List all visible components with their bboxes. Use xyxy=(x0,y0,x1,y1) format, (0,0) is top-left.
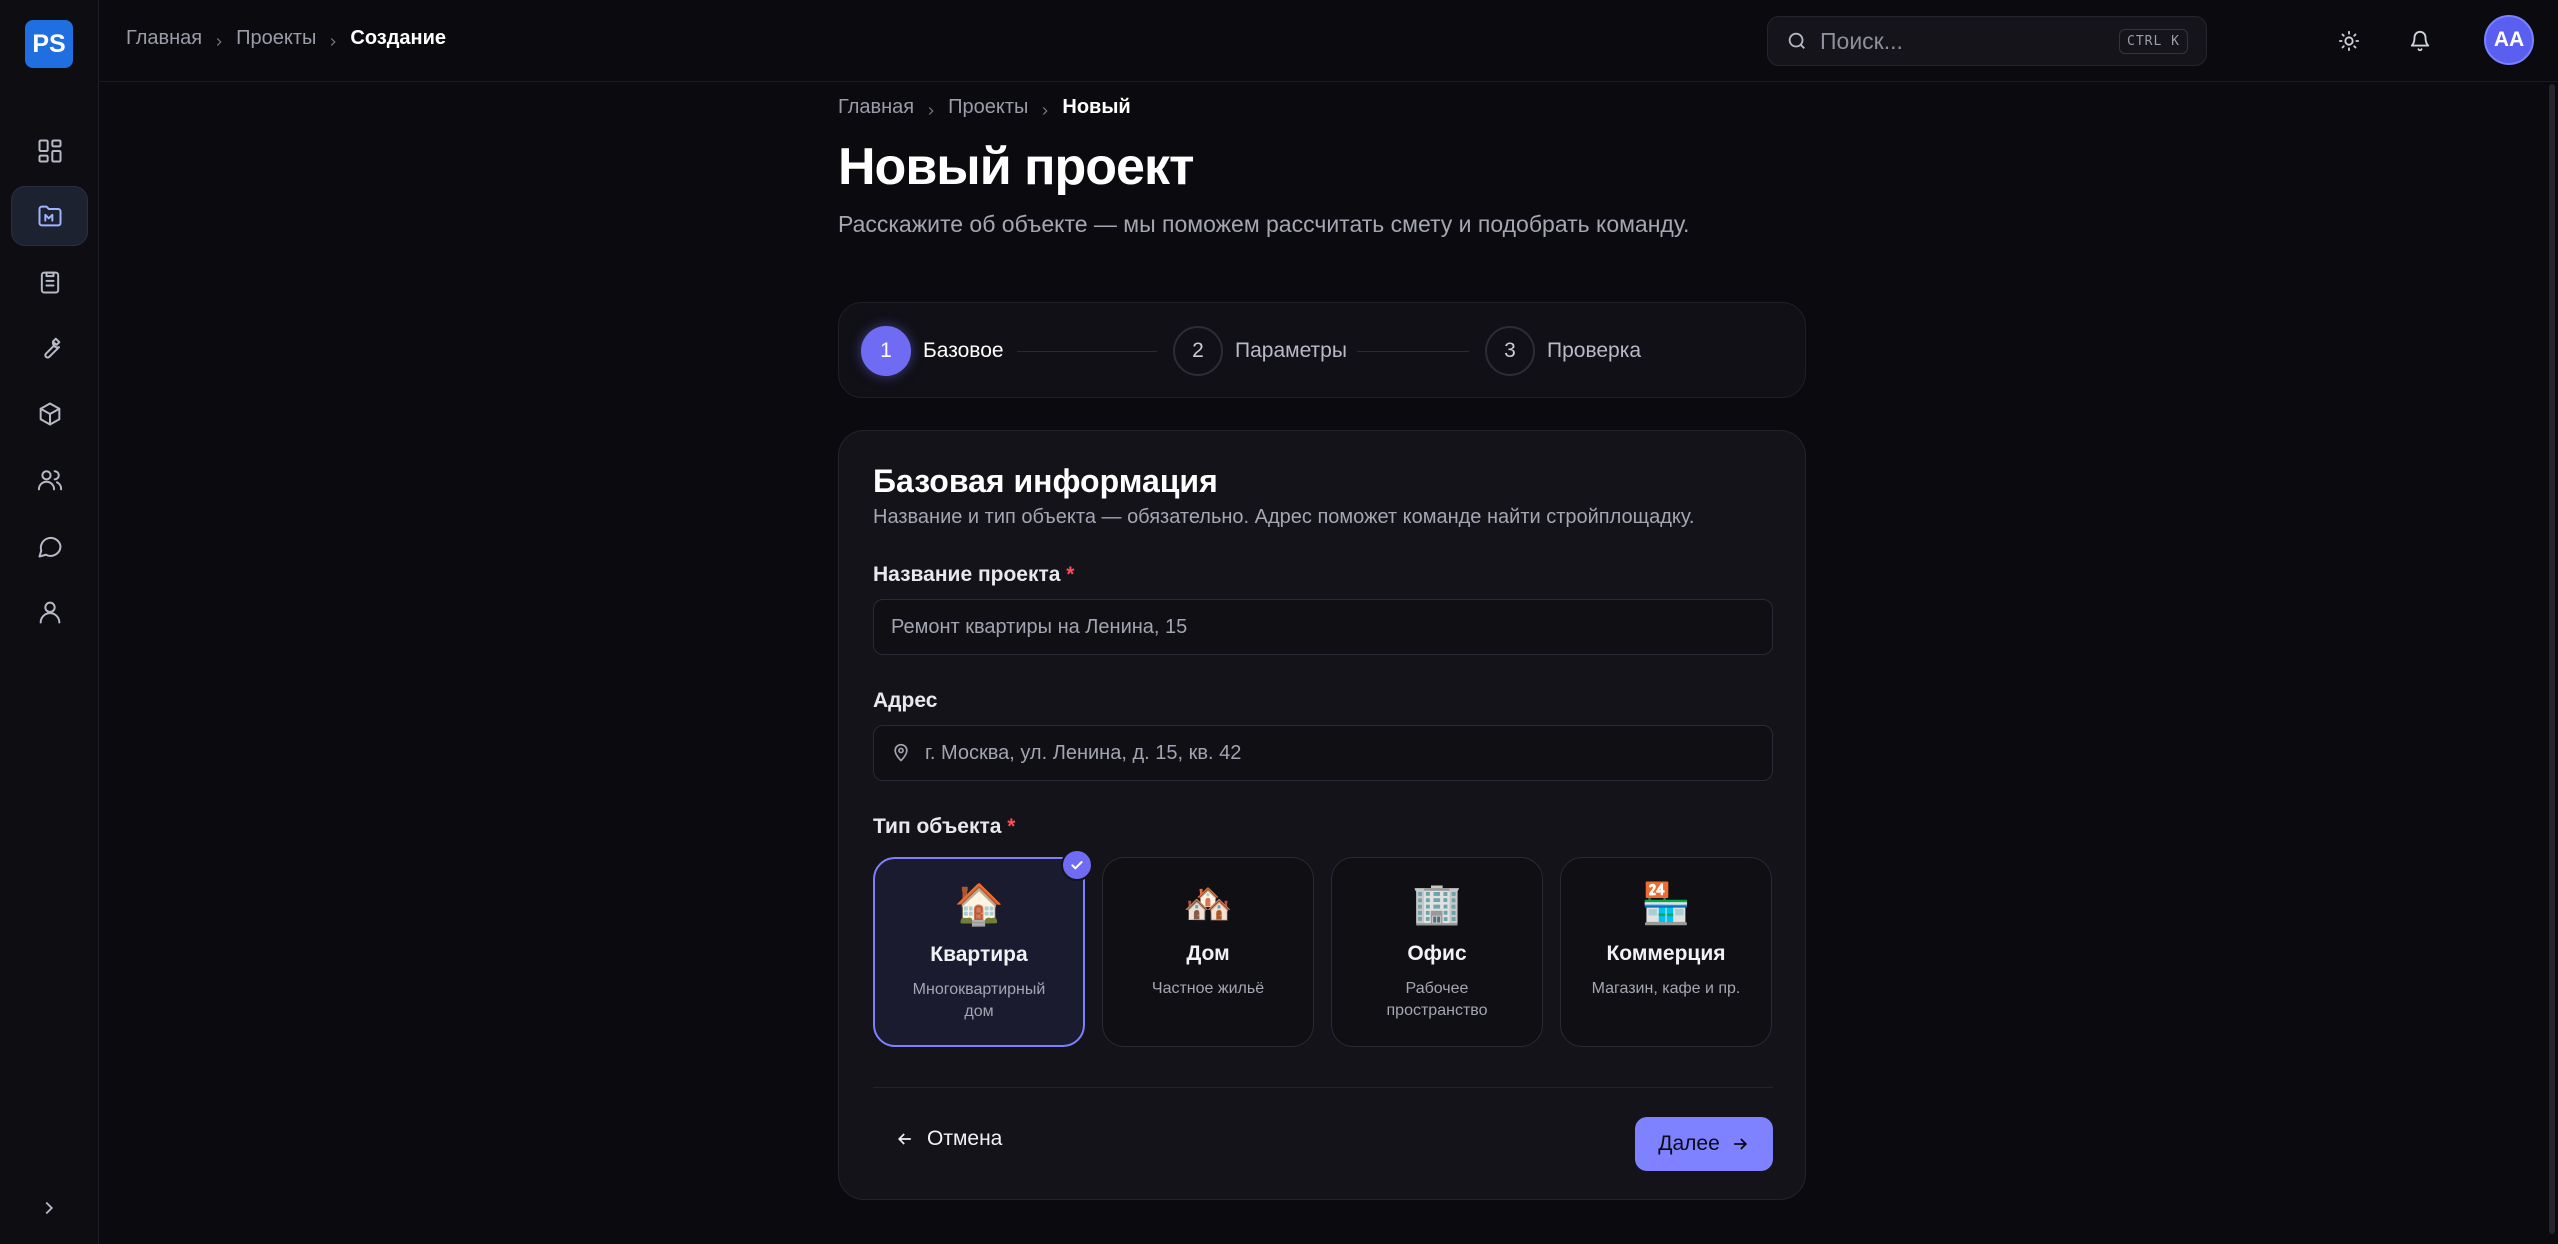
type-option-apartment[interactable]: 🏠 Квартира Многоквартирный дом xyxy=(873,849,1093,1047)
page-breadcrumb: Главная Проекты Новый xyxy=(838,96,1808,119)
topbar: Главная Проекты Создание Поиск... CTRL K… xyxy=(99,0,2558,82)
breadcrumb-item-home[interactable]: Главная xyxy=(126,27,202,50)
required-mark: * xyxy=(1007,815,1016,838)
sidebar-item-tasks[interactable] xyxy=(11,252,88,312)
projects-icon xyxy=(38,205,61,227)
wrench-icon xyxy=(43,337,60,359)
step-label: Проверка xyxy=(1547,339,1642,362)
sidebar-item-projects[interactable] xyxy=(11,186,88,246)
sun-icon xyxy=(2338,30,2360,52)
page-breadcrumb-projects[interactable]: Проекты xyxy=(948,96,1028,119)
avatar[interactable]: AA xyxy=(2484,15,2534,65)
page-subtitle: Расскажите об объекте — мы поможем рассч… xyxy=(838,211,1690,237)
check-icon xyxy=(1061,849,1093,881)
type-option-desc: Магазин, кафе и пр. xyxy=(1591,980,1741,997)
cancel-button[interactable]: Отмена xyxy=(895,1127,1002,1151)
users-icon xyxy=(37,470,62,491)
page-title: Новый проект xyxy=(838,138,1194,196)
next-label: Далее xyxy=(1658,1132,1720,1155)
step-label: Параметры xyxy=(1235,339,1347,362)
type-option-office[interactable]: 🏢 Офис Рабочее пространство xyxy=(1331,857,1543,1047)
house-icon: 🏠 xyxy=(954,883,1004,927)
chevron-right-icon xyxy=(1038,101,1052,115)
next-button[interactable]: Далее xyxy=(1635,1117,1773,1171)
type-option-desc: Многоквартирный дом xyxy=(912,981,1046,1020)
dashboard-icon xyxy=(38,139,61,163)
project-name-placeholder: Ремонт квартиры на Ленина, 15 xyxy=(891,615,1188,638)
step-connector xyxy=(1017,351,1157,352)
sidebar-item-profile[interactable] xyxy=(11,582,88,642)
office-building-icon: 🏢 xyxy=(1412,882,1462,926)
step-number: 3 xyxy=(1485,326,1535,376)
address-field[interactable]: г. Москва, ул. Ленина, д. 15, кв. 42 xyxy=(873,725,1773,781)
type-option-desc: Рабочее пространство xyxy=(1386,980,1488,1019)
step-label: Базовое xyxy=(923,339,1004,362)
chevron-right-icon xyxy=(924,101,938,115)
chevron-right-icon xyxy=(326,32,340,46)
box-icon xyxy=(39,402,60,426)
scrollbar[interactable] xyxy=(2549,84,2555,1234)
type-option-name: Дом xyxy=(1186,942,1230,965)
houses-icon: 🏘️ xyxy=(1183,882,1233,926)
theme-toggle-button[interactable] xyxy=(2330,22,2368,60)
step-review[interactable]: 3 Проверка xyxy=(1485,326,1641,376)
page-breadcrumb-home[interactable]: Главная xyxy=(838,96,914,119)
address-label: Адрес xyxy=(873,689,938,712)
sidebar-item-dashboard[interactable] xyxy=(11,121,88,181)
project-name-label-text: Название проекта xyxy=(873,563,1061,586)
chevron-right-icon xyxy=(45,1201,54,1215)
user-icon xyxy=(39,601,60,624)
notifications-button[interactable] xyxy=(2401,22,2439,60)
form-subtitle: Название и тип объекта — обязательно. Ад… xyxy=(873,506,1695,528)
search-placeholder: Поиск... xyxy=(1820,27,1903,54)
sidebar-item-materials[interactable] xyxy=(11,384,88,444)
search-icon xyxy=(1788,32,1805,49)
bell-icon xyxy=(2410,31,2430,52)
sidebar-expand-button[interactable] xyxy=(34,1193,64,1223)
project-name-field[interactable]: Ремонт квартиры на Ленина, 15 xyxy=(873,599,1773,655)
breadcrumb-item-current: Создание xyxy=(350,27,447,49)
sidebar: PS xyxy=(0,0,99,1244)
arrow-right-icon xyxy=(1733,1138,1747,1150)
page-breadcrumb-current: Новый xyxy=(1062,96,1131,118)
step-connector xyxy=(1357,351,1469,352)
form-card: Базовая информация Название и тип объект… xyxy=(838,430,1806,1200)
stepper: 1 Базовое 2 Параметры 3 Проверка xyxy=(838,302,1806,398)
map-pin-icon xyxy=(894,743,908,762)
chat-icon xyxy=(38,536,61,558)
object-type-options: 🏠 Квартира Многоквартирный дом 🏘️ Дом Ча… xyxy=(873,849,1773,1047)
address-placeholder: г. Москва, ул. Ленина, д. 15, кв. 42 xyxy=(925,741,1242,764)
form-title: Базовая информация xyxy=(873,463,1218,499)
clipboard-icon xyxy=(40,271,59,294)
step-basic[interactable]: 1 Базовое xyxy=(861,326,1004,376)
type-option-name: Офис xyxy=(1407,942,1467,965)
project-name-label: Название проекта * xyxy=(873,563,1074,587)
type-option-name: Квартира xyxy=(930,943,1028,966)
type-option-house[interactable]: 🏘️ Дом Частное жильё xyxy=(1102,857,1314,1047)
step-number: 1 xyxy=(861,326,911,376)
type-option-desc: Частное жильё xyxy=(1151,980,1265,997)
step-number: 2 xyxy=(1173,326,1223,376)
sidebar-item-tools[interactable] xyxy=(11,318,88,378)
required-mark: * xyxy=(1066,563,1075,586)
cancel-label: Отмена xyxy=(927,1127,1003,1150)
arrow-left-icon xyxy=(897,1133,911,1145)
sidebar-item-team[interactable] xyxy=(11,450,88,510)
step-parameters[interactable]: 2 Параметры xyxy=(1173,326,1347,376)
type-option-name: Коммерция xyxy=(1606,942,1726,965)
object-type-label: Тип объекта * xyxy=(873,815,1015,839)
object-type-label-text: Тип объекта xyxy=(873,815,1002,838)
search-shortcut: CTRL K xyxy=(2119,28,2188,54)
search-input[interactable]: Поиск... CTRL K xyxy=(1767,16,2207,66)
breadcrumb-item-projects[interactable]: Проекты xyxy=(236,27,316,50)
store-icon: 🏪 xyxy=(1641,882,1691,926)
breadcrumb: Главная Проекты Создание xyxy=(126,27,446,50)
app-logo[interactable]: PS xyxy=(25,20,73,68)
chevron-right-icon xyxy=(212,32,226,46)
divider xyxy=(873,1087,1773,1088)
main-content: Главная Проекты Новый Новый проект Расск… xyxy=(838,96,1808,1200)
sidebar-item-messages[interactable] xyxy=(11,516,88,576)
type-option-commercial[interactable]: 🏪 Коммерция Магазин, кафе и пр. xyxy=(1560,857,1772,1047)
